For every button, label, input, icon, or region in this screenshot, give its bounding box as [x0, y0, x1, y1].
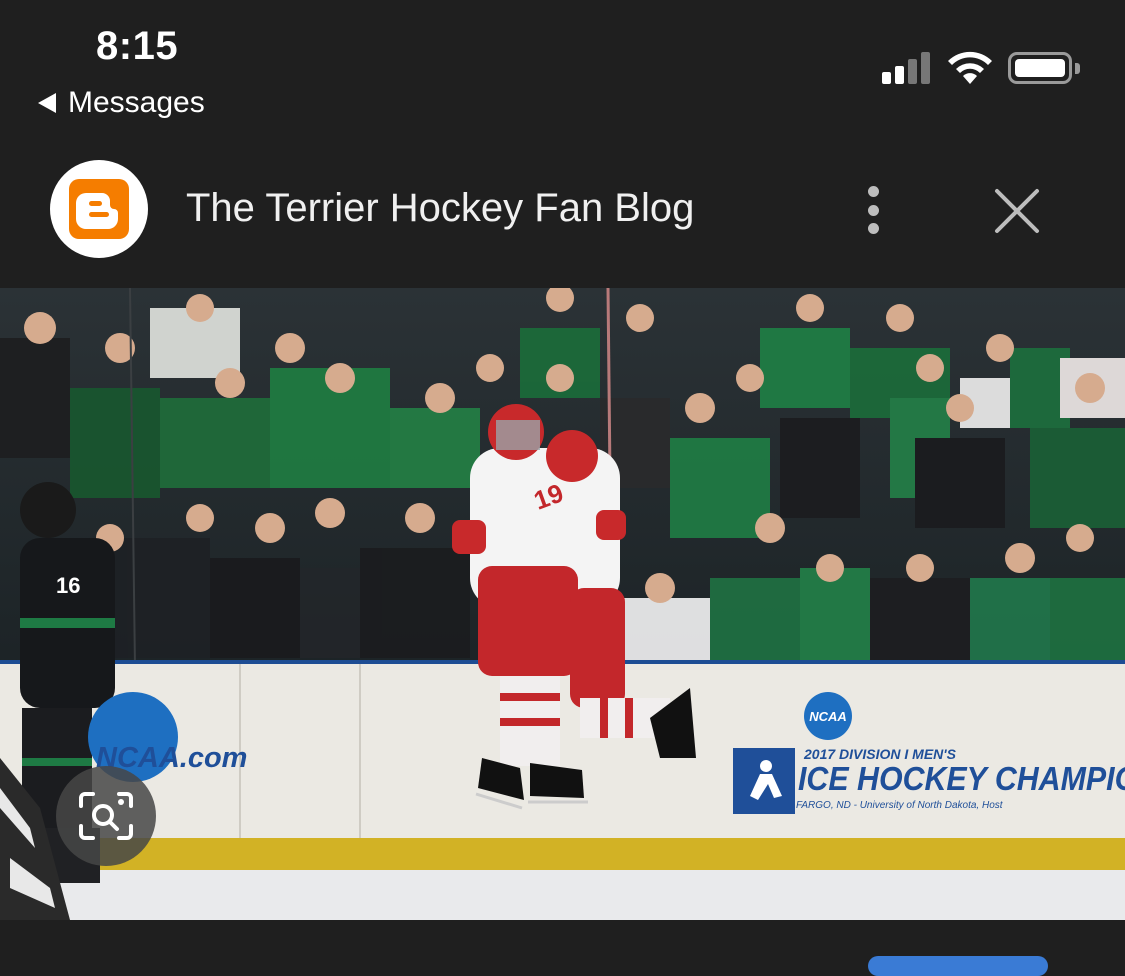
hockey-celebration-image: 16 19 — [0, 288, 1125, 920]
battery-tip — [1075, 63, 1080, 74]
battery-icon — [1008, 52, 1072, 84]
svg-text:16: 16 — [56, 573, 80, 598]
more-vertical-icon — [867, 186, 879, 197]
status-bar: 8:15 Messages — [0, 0, 1125, 140]
bottom-toolbar — [0, 920, 1125, 976]
visual-lookup-icon — [79, 792, 133, 840]
back-to-messages-button[interactable]: Messages — [38, 86, 205, 120]
back-to-messages-label: Messages — [68, 86, 205, 119]
cellular-signal-icon — [882, 52, 930, 84]
article-photo[interactable]: 16 19 NCAA.com NCAA 2017 DIVISION I MEN'… — [0, 288, 1125, 920]
status-time: 8:15 — [96, 24, 179, 68]
wifi-icon — [948, 51, 992, 84]
back-arrow-icon — [38, 93, 56, 113]
more-options-button[interactable] — [852, 180, 894, 240]
visual-lookup-button[interactable] — [56, 766, 156, 866]
ad-board-location: FARGO, ND - University of North Dakota, … — [796, 800, 1003, 811]
close-button[interactable] — [990, 184, 1044, 238]
ad-board-title: ICE HOCKEY CHAMPIONS — [798, 760, 1125, 797]
site-title[interactable]: The Terrier Hockey Fan Blog — [186, 186, 694, 231]
blogger-logo-icon — [50, 160, 148, 258]
link-preview-header: The Terrier Hockey Fan Blog — [0, 140, 1125, 288]
action-pill-button[interactable] — [868, 956, 1048, 976]
ncaa-badge: NCAA — [804, 692, 852, 740]
